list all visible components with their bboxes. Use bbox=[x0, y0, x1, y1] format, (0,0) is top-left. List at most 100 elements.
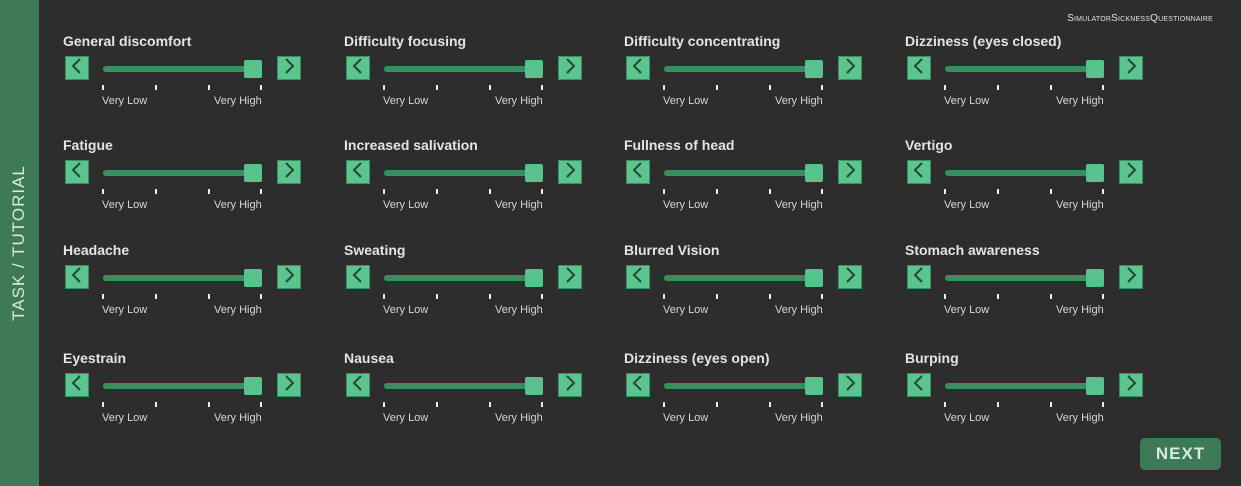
sidebar[interactable]: TASK / TUTORIAL bbox=[0, 0, 39, 486]
chevron-left-icon bbox=[70, 161, 84, 183]
question-label: Dizziness (eyes open) bbox=[624, 350, 770, 366]
scale-tick bbox=[997, 294, 999, 299]
chevron-left-icon bbox=[70, 57, 84, 79]
slider-handle[interactable] bbox=[244, 60, 262, 78]
scale-tick bbox=[208, 402, 210, 407]
slider-handle[interactable] bbox=[525, 269, 543, 287]
rating-slider-track[interactable] bbox=[945, 383, 1103, 389]
question-item: Increased salivation Very Low Very High bbox=[344, 137, 589, 227]
chevron-left-icon bbox=[631, 57, 645, 79]
slider-handle[interactable] bbox=[525, 164, 543, 182]
decrease-button[interactable] bbox=[346, 265, 370, 289]
chevron-left-icon bbox=[351, 374, 365, 396]
increase-button[interactable] bbox=[277, 265, 301, 289]
slider-handle[interactable] bbox=[805, 60, 823, 78]
next-button[interactable]: NEXT bbox=[1140, 438, 1221, 470]
increase-button[interactable] bbox=[277, 373, 301, 397]
rating-slider-track[interactable] bbox=[664, 383, 822, 389]
rating-slider-track[interactable] bbox=[103, 170, 261, 176]
scale-high-label: Very High bbox=[214, 95, 262, 107]
decrease-button[interactable] bbox=[65, 160, 89, 184]
increase-button[interactable] bbox=[838, 265, 862, 289]
scale-tick bbox=[769, 85, 771, 90]
rating-slider-track[interactable] bbox=[384, 275, 542, 281]
scale-tick bbox=[489, 294, 491, 299]
decrease-button[interactable] bbox=[907, 56, 931, 80]
slider-handle[interactable] bbox=[525, 377, 543, 395]
increase-button[interactable] bbox=[838, 56, 862, 80]
rating-slider-track[interactable] bbox=[103, 66, 261, 72]
increase-button[interactable] bbox=[838, 373, 862, 397]
rating-slider-track[interactable] bbox=[103, 275, 261, 281]
slider-handle[interactable] bbox=[244, 164, 262, 182]
rating-slider-track[interactable] bbox=[664, 170, 822, 176]
slider-handle[interactable] bbox=[1086, 60, 1104, 78]
decrease-button[interactable] bbox=[907, 160, 931, 184]
scale-high-label: Very High bbox=[775, 199, 823, 211]
decrease-button[interactable] bbox=[346, 56, 370, 80]
slider-handle[interactable] bbox=[244, 377, 262, 395]
rating-slider-track[interactable] bbox=[384, 170, 542, 176]
slider-handle[interactable] bbox=[805, 269, 823, 287]
slider-handle[interactable] bbox=[1086, 269, 1104, 287]
increase-button[interactable] bbox=[1119, 373, 1143, 397]
rating-slider-track[interactable] bbox=[945, 170, 1103, 176]
slider-handle[interactable] bbox=[805, 164, 823, 182]
chevron-right-icon bbox=[1124, 374, 1138, 396]
scale-tick bbox=[102, 402, 104, 407]
rating-slider-track[interactable] bbox=[103, 383, 261, 389]
question-item: Headache Very Low Very High bbox=[63, 242, 308, 332]
chevron-left-icon bbox=[631, 266, 645, 288]
rating-slider-track[interactable] bbox=[384, 383, 542, 389]
scale-tick bbox=[716, 85, 718, 90]
decrease-button[interactable] bbox=[65, 265, 89, 289]
scale-tick bbox=[541, 189, 543, 194]
decrease-button[interactable] bbox=[626, 265, 650, 289]
increase-button[interactable] bbox=[558, 373, 582, 397]
scale-low-label: Very Low bbox=[383, 412, 429, 424]
question-label: General discomfort bbox=[63, 33, 192, 49]
increase-button[interactable] bbox=[277, 160, 301, 184]
scale-low-label: Very Low bbox=[944, 95, 990, 107]
scale-tick bbox=[208, 294, 210, 299]
increase-button[interactable] bbox=[1119, 160, 1143, 184]
rating-slider-track[interactable] bbox=[384, 66, 542, 72]
decrease-button[interactable] bbox=[907, 265, 931, 289]
question-label: Blurred Vision bbox=[624, 242, 720, 258]
slider-handle[interactable] bbox=[244, 269, 262, 287]
slider-handle[interactable] bbox=[805, 377, 823, 395]
decrease-button[interactable] bbox=[626, 56, 650, 80]
scale-tick bbox=[663, 402, 665, 407]
slider-handle[interactable] bbox=[525, 60, 543, 78]
increase-button[interactable] bbox=[558, 160, 582, 184]
decrease-button[interactable] bbox=[346, 373, 370, 397]
decrease-button[interactable] bbox=[346, 160, 370, 184]
decrease-button[interactable] bbox=[65, 56, 89, 80]
scale-tick bbox=[716, 189, 718, 194]
increase-button[interactable] bbox=[838, 160, 862, 184]
decrease-button[interactable] bbox=[907, 373, 931, 397]
question-label: Nausea bbox=[344, 350, 394, 366]
chevron-left-icon bbox=[351, 161, 365, 183]
increase-button[interactable] bbox=[1119, 265, 1143, 289]
scale-tick bbox=[260, 85, 262, 90]
chevron-right-icon bbox=[843, 57, 857, 79]
chevron-right-icon bbox=[563, 57, 577, 79]
chevron-right-icon bbox=[1124, 57, 1138, 79]
chevron-left-icon bbox=[912, 57, 926, 79]
rating-slider-track[interactable] bbox=[664, 66, 822, 72]
rating-slider-track[interactable] bbox=[945, 275, 1103, 281]
slider-handle[interactable] bbox=[1086, 377, 1104, 395]
increase-button[interactable] bbox=[1119, 56, 1143, 80]
scale-tick bbox=[821, 294, 823, 299]
increase-button[interactable] bbox=[277, 56, 301, 80]
rating-slider-track[interactable] bbox=[945, 66, 1103, 72]
increase-button[interactable] bbox=[558, 56, 582, 80]
increase-button[interactable] bbox=[558, 265, 582, 289]
rating-slider-track[interactable] bbox=[664, 275, 822, 281]
decrease-button[interactable] bbox=[626, 160, 650, 184]
slider-handle[interactable] bbox=[1086, 164, 1104, 182]
decrease-button[interactable] bbox=[65, 373, 89, 397]
scale-tick bbox=[1102, 402, 1104, 407]
decrease-button[interactable] bbox=[626, 373, 650, 397]
